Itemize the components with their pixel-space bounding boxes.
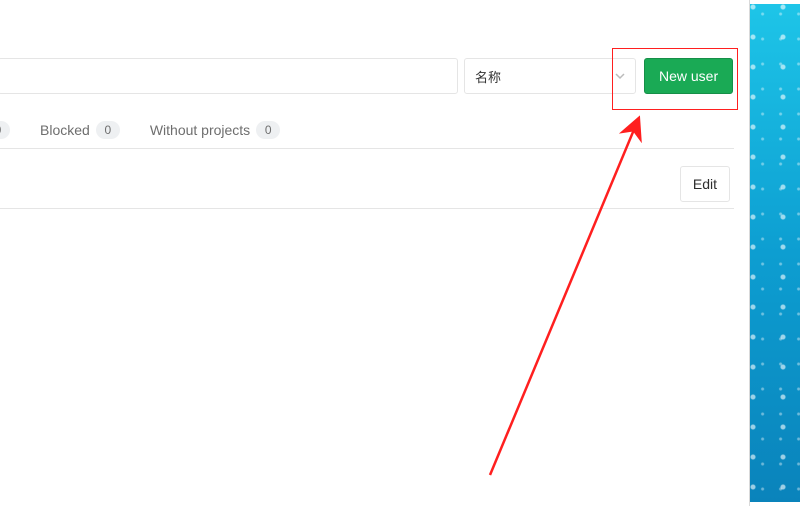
sort-dropdown[interactable]: 名称 [464,58,636,94]
tab-partial-first[interactable]: 0 [0,112,10,148]
tab-blocked[interactable]: Blocked 0 [40,112,120,148]
tab-count-badge: 0 [256,121,280,139]
desktop-wallpaper-sliver [750,4,800,502]
list-row: Edit [0,160,734,209]
tab-count-badge: 0 [96,121,120,139]
filter-row: 名称 New user [0,58,734,96]
tabs-row: 0 Blocked 0 Without projects 0 [0,112,734,149]
chevron-down-icon [615,69,625,84]
tab-label: Without projects [150,122,250,138]
tab-without-projects[interactable]: Without projects 0 [150,112,280,148]
window-right-edge [733,0,750,506]
tab-label: Blocked [40,122,90,138]
new-user-button-label: New user [659,68,718,84]
sort-dropdown-label: 名称 [475,67,501,86]
edit-button-label: Edit [693,176,717,192]
search-input[interactable] [0,58,458,94]
new-user-button[interactable]: New user [644,58,733,94]
edit-button[interactable]: Edit [680,166,730,202]
tab-count-badge: 0 [0,121,10,139]
